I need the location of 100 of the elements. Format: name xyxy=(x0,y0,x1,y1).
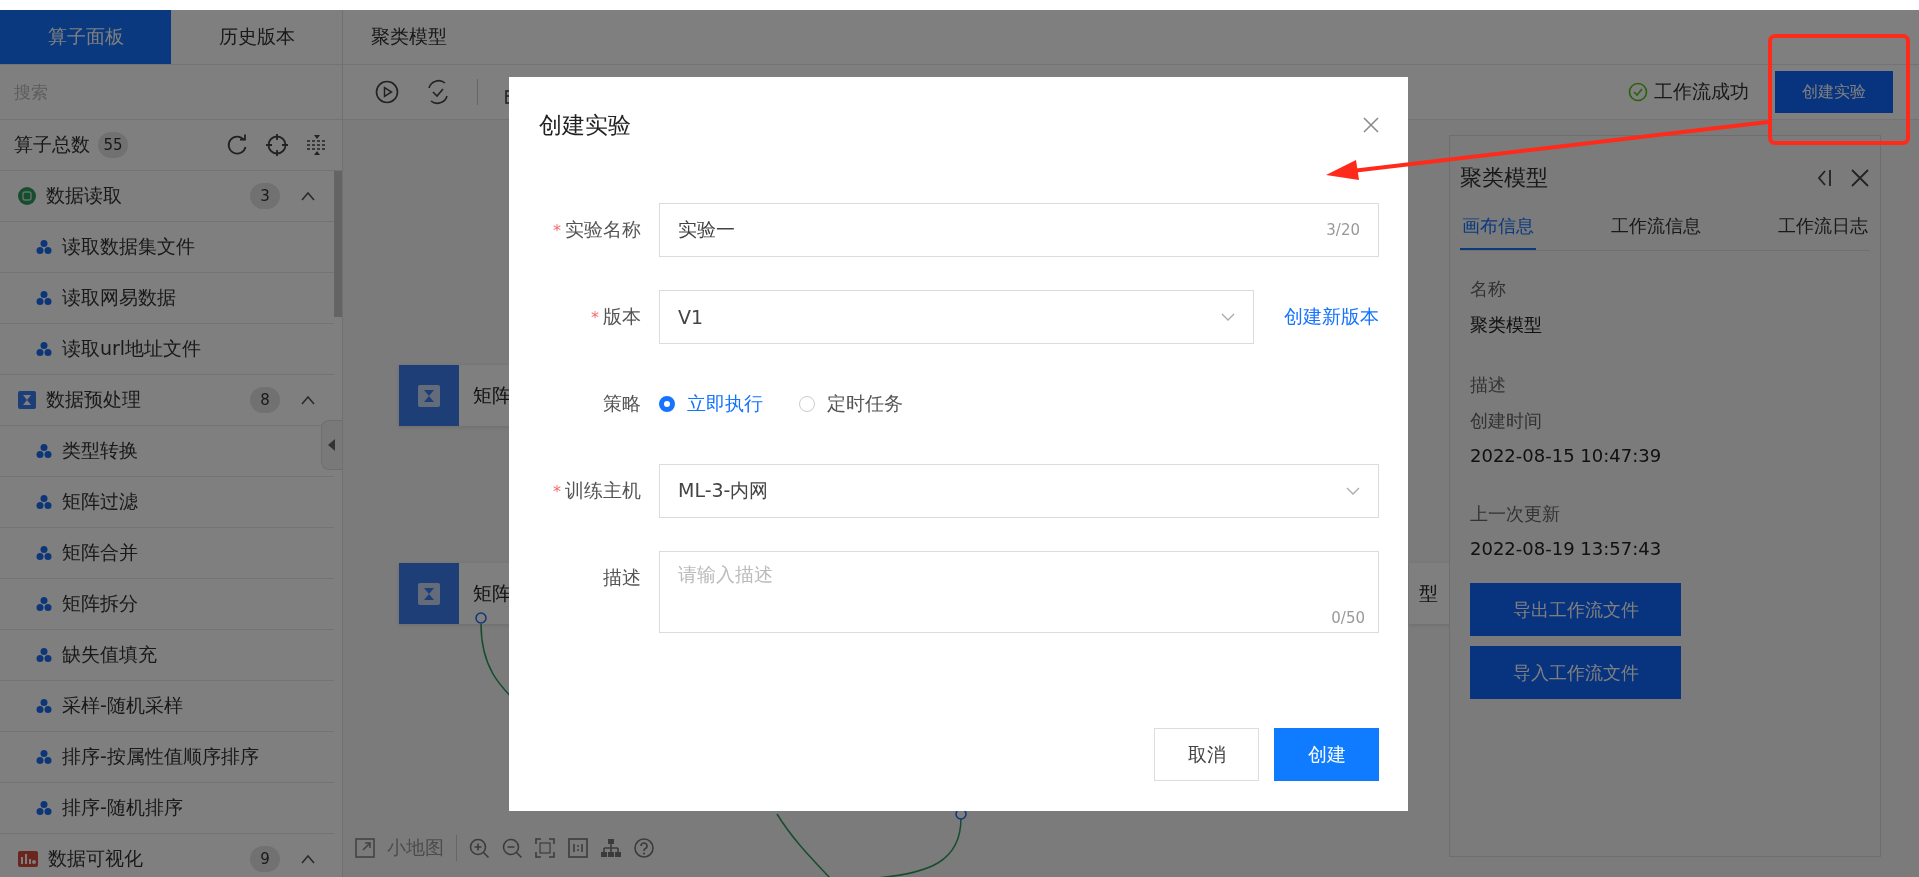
field-label: 描述 xyxy=(603,565,641,590)
cluster-icon xyxy=(36,596,52,612)
panel-tab[interactable]: 算子面板 xyxy=(0,10,171,64)
category-label: 数据预处理 xyxy=(46,387,142,412)
operator-item[interactable]: 矩阵过滤 xyxy=(0,477,334,528)
cluster-icon xyxy=(36,443,52,459)
target-icon[interactable] xyxy=(266,134,288,156)
field-label: 策略 xyxy=(603,391,641,416)
total-label: 算子总数 xyxy=(14,132,90,157)
chart-icon xyxy=(18,851,38,867)
operator-label: 读取网易数据 xyxy=(62,285,176,310)
connector-line xyxy=(776,813,832,877)
char-counter: 0/50 xyxy=(1331,609,1365,627)
chevron-down-icon xyxy=(1346,487,1360,495)
close-icon[interactable] xyxy=(1363,117,1379,133)
cluster-icon xyxy=(36,341,52,357)
operator-item[interactable]: 矩阵拆分 xyxy=(0,579,334,630)
operator-label: 读取url地址文件 xyxy=(62,336,202,361)
count-badge: 55 xyxy=(98,132,128,158)
dialog-button[interactable]: 创建 xyxy=(1274,728,1379,781)
char-counter: 3/20 xyxy=(1326,221,1360,239)
operator-item[interactable]: 排序-随机排序 xyxy=(0,783,334,834)
panel-title: 聚类模型 xyxy=(1460,164,1549,192)
count-badge: 8 xyxy=(250,387,280,413)
operator-label: 矩阵过滤 xyxy=(62,489,138,514)
operator-item[interactable]: 采样-随机采样 xyxy=(0,681,334,732)
field-label: 创建时间 xyxy=(1470,409,1543,433)
caret-up-icon[interactable] xyxy=(300,191,316,201)
caret-up-icon[interactable] xyxy=(300,395,316,405)
cluster-icon xyxy=(36,647,52,663)
field-value: 2022-08-15 10:47:39 xyxy=(1470,445,1663,466)
radio-option[interactable]: 定时任务 xyxy=(799,391,903,417)
panel-tab[interactable]: 工作流日志 xyxy=(1776,206,1870,250)
expand-icon[interactable] xyxy=(355,838,375,858)
category-label: 数据可视化 xyxy=(48,846,144,871)
caret-left-icon[interactable] xyxy=(328,439,336,451)
select-field[interactable]: V1 xyxy=(659,290,1254,344)
panel-tab[interactable]: 工作流信息 xyxy=(1609,206,1703,250)
cluster-icon xyxy=(36,290,52,306)
close-icon[interactable] xyxy=(1850,168,1870,188)
node-label: 矩阵 xyxy=(473,580,511,606)
hourglass-icon xyxy=(418,384,440,407)
actual-size-icon[interactable] xyxy=(568,837,589,859)
port-icon xyxy=(475,612,487,624)
hierarchy-icon[interactable] xyxy=(601,837,622,859)
panel-tab[interactable]: 画布信息 xyxy=(1460,206,1536,250)
select-field[interactable]: ML-3-内网 xyxy=(659,464,1379,518)
category-row[interactable]: 数据预处理 8 xyxy=(0,375,334,426)
collapse-icon[interactable] xyxy=(1818,168,1832,188)
collapse-handle[interactable] xyxy=(321,420,342,470)
database-icon xyxy=(18,187,36,205)
workflow-file-button[interactable]: 导出工作流文件 xyxy=(1470,583,1681,636)
chevron-down-icon xyxy=(1221,313,1235,321)
radio-option[interactable]: 立即执行 xyxy=(659,391,763,417)
workflow-file-button[interactable]: 导入工作流文件 xyxy=(1470,646,1681,699)
operator-label: 读取数据集文件 xyxy=(62,234,195,259)
zoom-out-icon[interactable] xyxy=(502,837,523,859)
category-label: 数据读取 xyxy=(46,183,123,208)
category-row[interactable]: 数据可视化 9 xyxy=(0,834,334,877)
dialog-button[interactable]: 取消 xyxy=(1154,728,1259,781)
collapse-all-icon[interactable] xyxy=(306,134,328,156)
cluster-icon xyxy=(36,545,52,561)
scrollbar-thumb[interactable] xyxy=(334,171,342,317)
refresh-icon[interactable] xyxy=(226,134,248,156)
play-icon[interactable] xyxy=(375,80,399,104)
dialog-title: 创建实验 xyxy=(539,110,631,140)
required-mark: * xyxy=(591,307,599,327)
operator-item[interactable]: 读取url地址文件 xyxy=(0,324,334,375)
cluster-icon xyxy=(36,698,52,714)
check-cycle-icon[interactable] xyxy=(425,79,451,105)
field-label: 名称 xyxy=(1470,277,1507,301)
hourglass-icon xyxy=(18,391,36,409)
node-label: 矩阵 xyxy=(473,382,511,408)
field-label: 上一次更新 xyxy=(1470,502,1561,526)
field-label: 实验名称 xyxy=(565,217,641,242)
operator-label: 排序-随机排序 xyxy=(62,795,183,820)
field-label: 训练主机 xyxy=(565,478,641,503)
caret-up-icon[interactable] xyxy=(300,854,316,864)
field-value: 聚类模型 xyxy=(1470,313,1543,337)
operator-item[interactable]: 缺失值填充 xyxy=(0,630,334,681)
category-row[interactable]: 数据读取 3 xyxy=(0,171,334,222)
create-version-link[interactable]: 创建新版本 xyxy=(1284,290,1379,344)
operator-item[interactable]: 读取网易数据 xyxy=(0,273,334,324)
help-icon[interactable] xyxy=(634,837,655,859)
zoom-in-icon[interactable] xyxy=(469,837,490,859)
field-label: 描述 xyxy=(1470,373,1507,397)
required-mark: * xyxy=(553,481,561,501)
create-experiment-button[interactable]: 创建实验 xyxy=(1775,71,1893,113)
cluster-icon xyxy=(36,749,52,765)
hourglass-icon xyxy=(418,582,440,605)
field-label: 版本 xyxy=(603,304,641,329)
field-value: 2022-08-19 13:57:43 xyxy=(1470,538,1663,559)
text-field[interactable]: 实验一 3/20 xyxy=(659,203,1379,257)
operator-label: 矩阵合并 xyxy=(62,540,138,565)
cluster-icon xyxy=(36,494,52,510)
operator-label: 矩阵拆分 xyxy=(62,591,138,616)
operator-item[interactable]: 排序-按属性值顺序排序 xyxy=(0,732,334,783)
operator-item[interactable]: 矩阵合并 xyxy=(0,528,334,579)
status-text: 工作流成功 xyxy=(1654,79,1749,104)
fit-screen-icon[interactable] xyxy=(535,837,556,859)
